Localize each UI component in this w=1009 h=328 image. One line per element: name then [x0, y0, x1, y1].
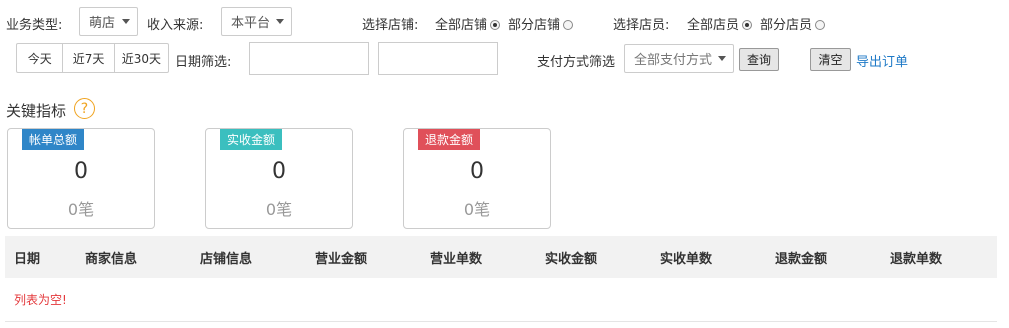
column-header: 商家信息 — [85, 252, 138, 267]
payment-method-value: 全部支付方式 — [634, 53, 713, 68]
kpi-count: 0笔 — [67, 200, 95, 219]
kpi-value: 0 — [74, 159, 88, 184]
business-type-value: 萌店 — [89, 16, 116, 31]
business-type-select[interactable]: 萌店 — [79, 7, 138, 36]
store-all-option[interactable]: 全部店铺 — [435, 14, 501, 33]
kpi-section-title: 关键指标 — [6, 102, 67, 120]
income-source-label: 收入来源: — [147, 18, 204, 33]
staff-all-label: 全部店员 — [687, 18, 740, 33]
staff-partial-option[interactable]: 部分店员 — [760, 14, 826, 33]
kpi-card-received: 实收金额 0 0笔 — [205, 128, 353, 229]
radio-checked-icon[interactable] — [490, 20, 501, 30]
export-orders-link[interactable]: 导出订单 — [856, 51, 908, 70]
chevron-down-icon — [718, 55, 726, 61]
payment-method-select[interactable]: 全部支付方式 — [624, 44, 734, 73]
radio-unchecked-icon[interactable] — [563, 20, 574, 30]
kpi-value: 0 — [272, 159, 286, 184]
column-header: 退款金额 — [775, 252, 828, 267]
kpi-tag: 帐单总额 — [22, 129, 85, 150]
column-header: 实收金额 — [545, 252, 598, 267]
payment-filter-label: 支付方式筛选 — [537, 55, 616, 70]
income-source-select[interactable]: 本平台 — [221, 7, 292, 36]
column-header: 营业金额 — [315, 252, 368, 267]
date-end-input[interactable] — [378, 42, 498, 75]
column-header: 店铺信息 — [200, 252, 253, 267]
table-header: 日期 商家信息 店铺信息 营业金额 营业单数 实收金额 实收单数 退款金额 退款… — [5, 236, 997, 278]
business-type-label: 业务类型: — [6, 18, 63, 33]
column-header: 日期 — [14, 252, 41, 267]
kpi-tag: 退款金额 — [418, 129, 481, 150]
table-divider — [5, 321, 997, 322]
chevron-down-icon — [122, 18, 130, 24]
date-start-input[interactable] — [249, 42, 369, 75]
kpi-value: 0 — [470, 159, 484, 184]
store-all-label: 全部店铺 — [435, 18, 488, 33]
date-range-group: 今天 近7天 近30天 — [16, 43, 169, 73]
chevron-down-icon — [276, 18, 284, 24]
column-header: 退款单数 — [890, 252, 943, 267]
clear-button[interactable]: 清空 — [810, 48, 851, 71]
staff-all-option[interactable]: 全部店员 — [687, 14, 753, 33]
store-partial-label: 部分店铺 — [508, 18, 561, 33]
query-button[interactable]: 查询 — [739, 48, 779, 71]
staff-partial-label: 部分店员 — [760, 18, 813, 33]
empty-list-message: 列表为空! — [14, 293, 67, 307]
income-source-value: 本平台 — [231, 16, 271, 31]
kpi-card-bill-total: 帐单总额 0 0笔 — [7, 128, 155, 229]
column-header: 实收单数 — [660, 252, 713, 267]
radio-checked-icon[interactable] — [742, 20, 753, 30]
help-icon[interactable]: ? — [74, 98, 95, 119]
kpi-count: 0笔 — [463, 200, 491, 219]
kpi-tag: 实收金额 — [220, 129, 283, 150]
kpi-count: 0笔 — [265, 200, 293, 219]
column-header: 营业单数 — [430, 252, 483, 267]
last-30-days-button[interactable]: 近30天 — [113, 44, 168, 72]
staff-select-label: 选择店员: — [613, 18, 670, 33]
last-7-days-button[interactable]: 近7天 — [62, 44, 113, 72]
store-partial-option[interactable]: 部分店铺 — [508, 14, 574, 33]
radio-unchecked-icon[interactable] — [815, 20, 826, 30]
date-filter-label: 日期筛选: — [175, 55, 232, 70]
kpi-card-refund: 退款金额 0 0笔 — [403, 128, 551, 229]
today-button[interactable]: 今天 — [17, 44, 62, 72]
store-select-label: 选择店铺: — [362, 18, 419, 33]
